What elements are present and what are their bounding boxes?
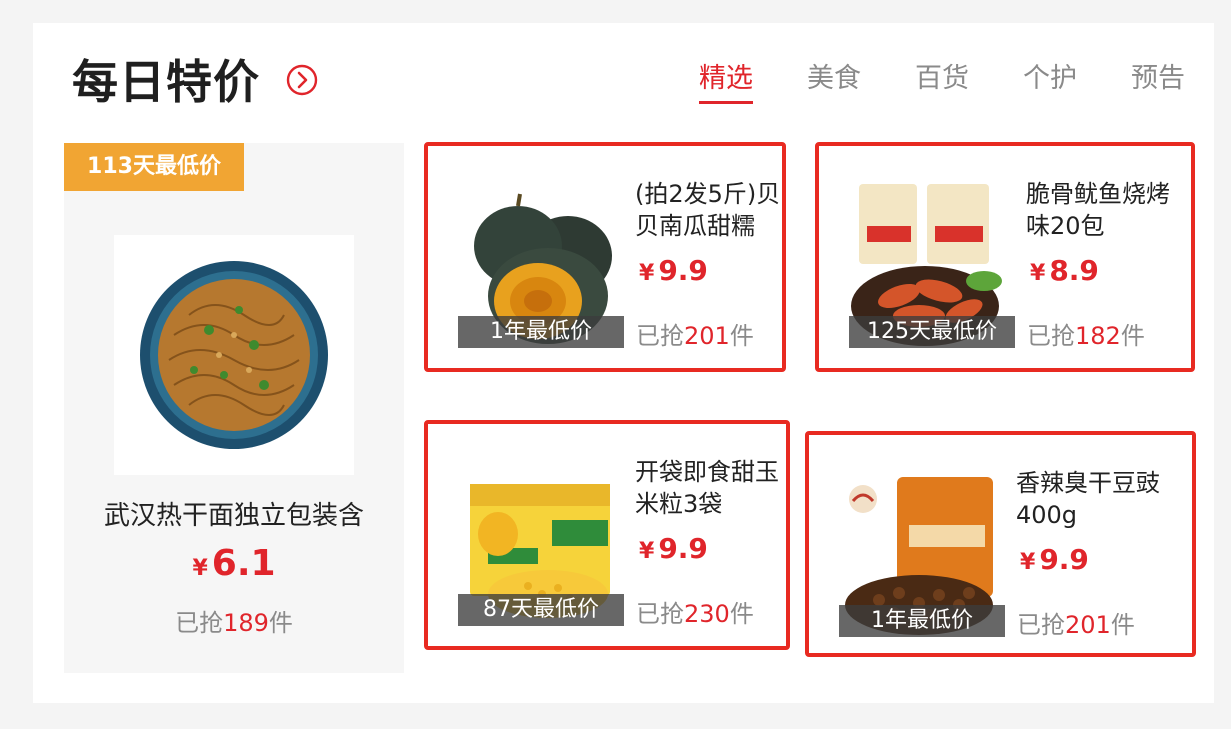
tab-featured[interactable]: 精选 [699,58,753,104]
product-name: (拍2发5斤)贝贝南瓜甜糯 [635,180,781,240]
product-name: 香辣臭干豆豉400g [1016,469,1160,529]
sold-count: 已抢201件 [636,322,754,350]
product-name: 脆骨鱿鱼烧烤味20包 [1026,180,1170,240]
product-price: ¥9.9 [1020,543,1089,576]
product-name: 开袋即食甜玉米粒3袋 [635,458,779,518]
product-card[interactable]: 1年最低价 (拍2发5斤)贝贝南瓜甜糯 ¥9.9 已抢201件 [424,142,786,372]
tab-food[interactable]: 美食 [807,58,861,100]
category-tabs: 精选 美食 百货 个护 预告 [699,58,1185,104]
section-title: 每日特价 [72,55,260,109]
product-name: 武汉热干面独立包装含 [103,501,364,531]
tab-personal-care[interactable]: 个护 [1023,58,1077,100]
product-card[interactable]: 1年最低价 香辣臭干豆豉400g ¥9.9 已抢201件 [805,431,1196,657]
tab-preview[interactable]: 预告 [1131,58,1185,100]
lowest-price-badge: 113天最低价 [64,143,244,191]
product-price: ¥6.1 [192,543,276,584]
product-price: ¥8.9 [1030,254,1099,287]
lowest-price-tag: 1年最低价 [839,605,1005,637]
sold-count: 已抢182件 [1027,322,1145,350]
hot-dry-noodles-image[interactable] [114,235,354,475]
tab-general-goods[interactable]: 百货 [915,58,969,100]
lowest-price-tag: 125天最低价 [849,316,1015,348]
sold-count: 已抢189件 [175,609,293,637]
lowest-price-tag: 87天最低价 [458,594,624,626]
sold-count: 已抢230件 [636,600,754,628]
product-card[interactable]: 125天最低价 脆骨鱿鱼烧烤味20包 ¥8.9 已抢182件 [815,142,1195,372]
product-price: ¥9.9 [639,532,708,565]
product-price: ¥9.9 [639,254,708,287]
featured-product-card[interactable]: 113天最低价 武汉热干面独立包装含 ¥6.1 已抢189件 [64,143,404,673]
lowest-price-tag: 1年最低价 [458,316,624,348]
sold-count: 已抢201件 [1017,611,1135,639]
product-card[interactable]: 87天最低价 开袋即食甜玉米粒3袋 ¥9.9 已抢230件 [424,420,790,650]
chevron-right-circle-icon[interactable] [286,64,318,96]
